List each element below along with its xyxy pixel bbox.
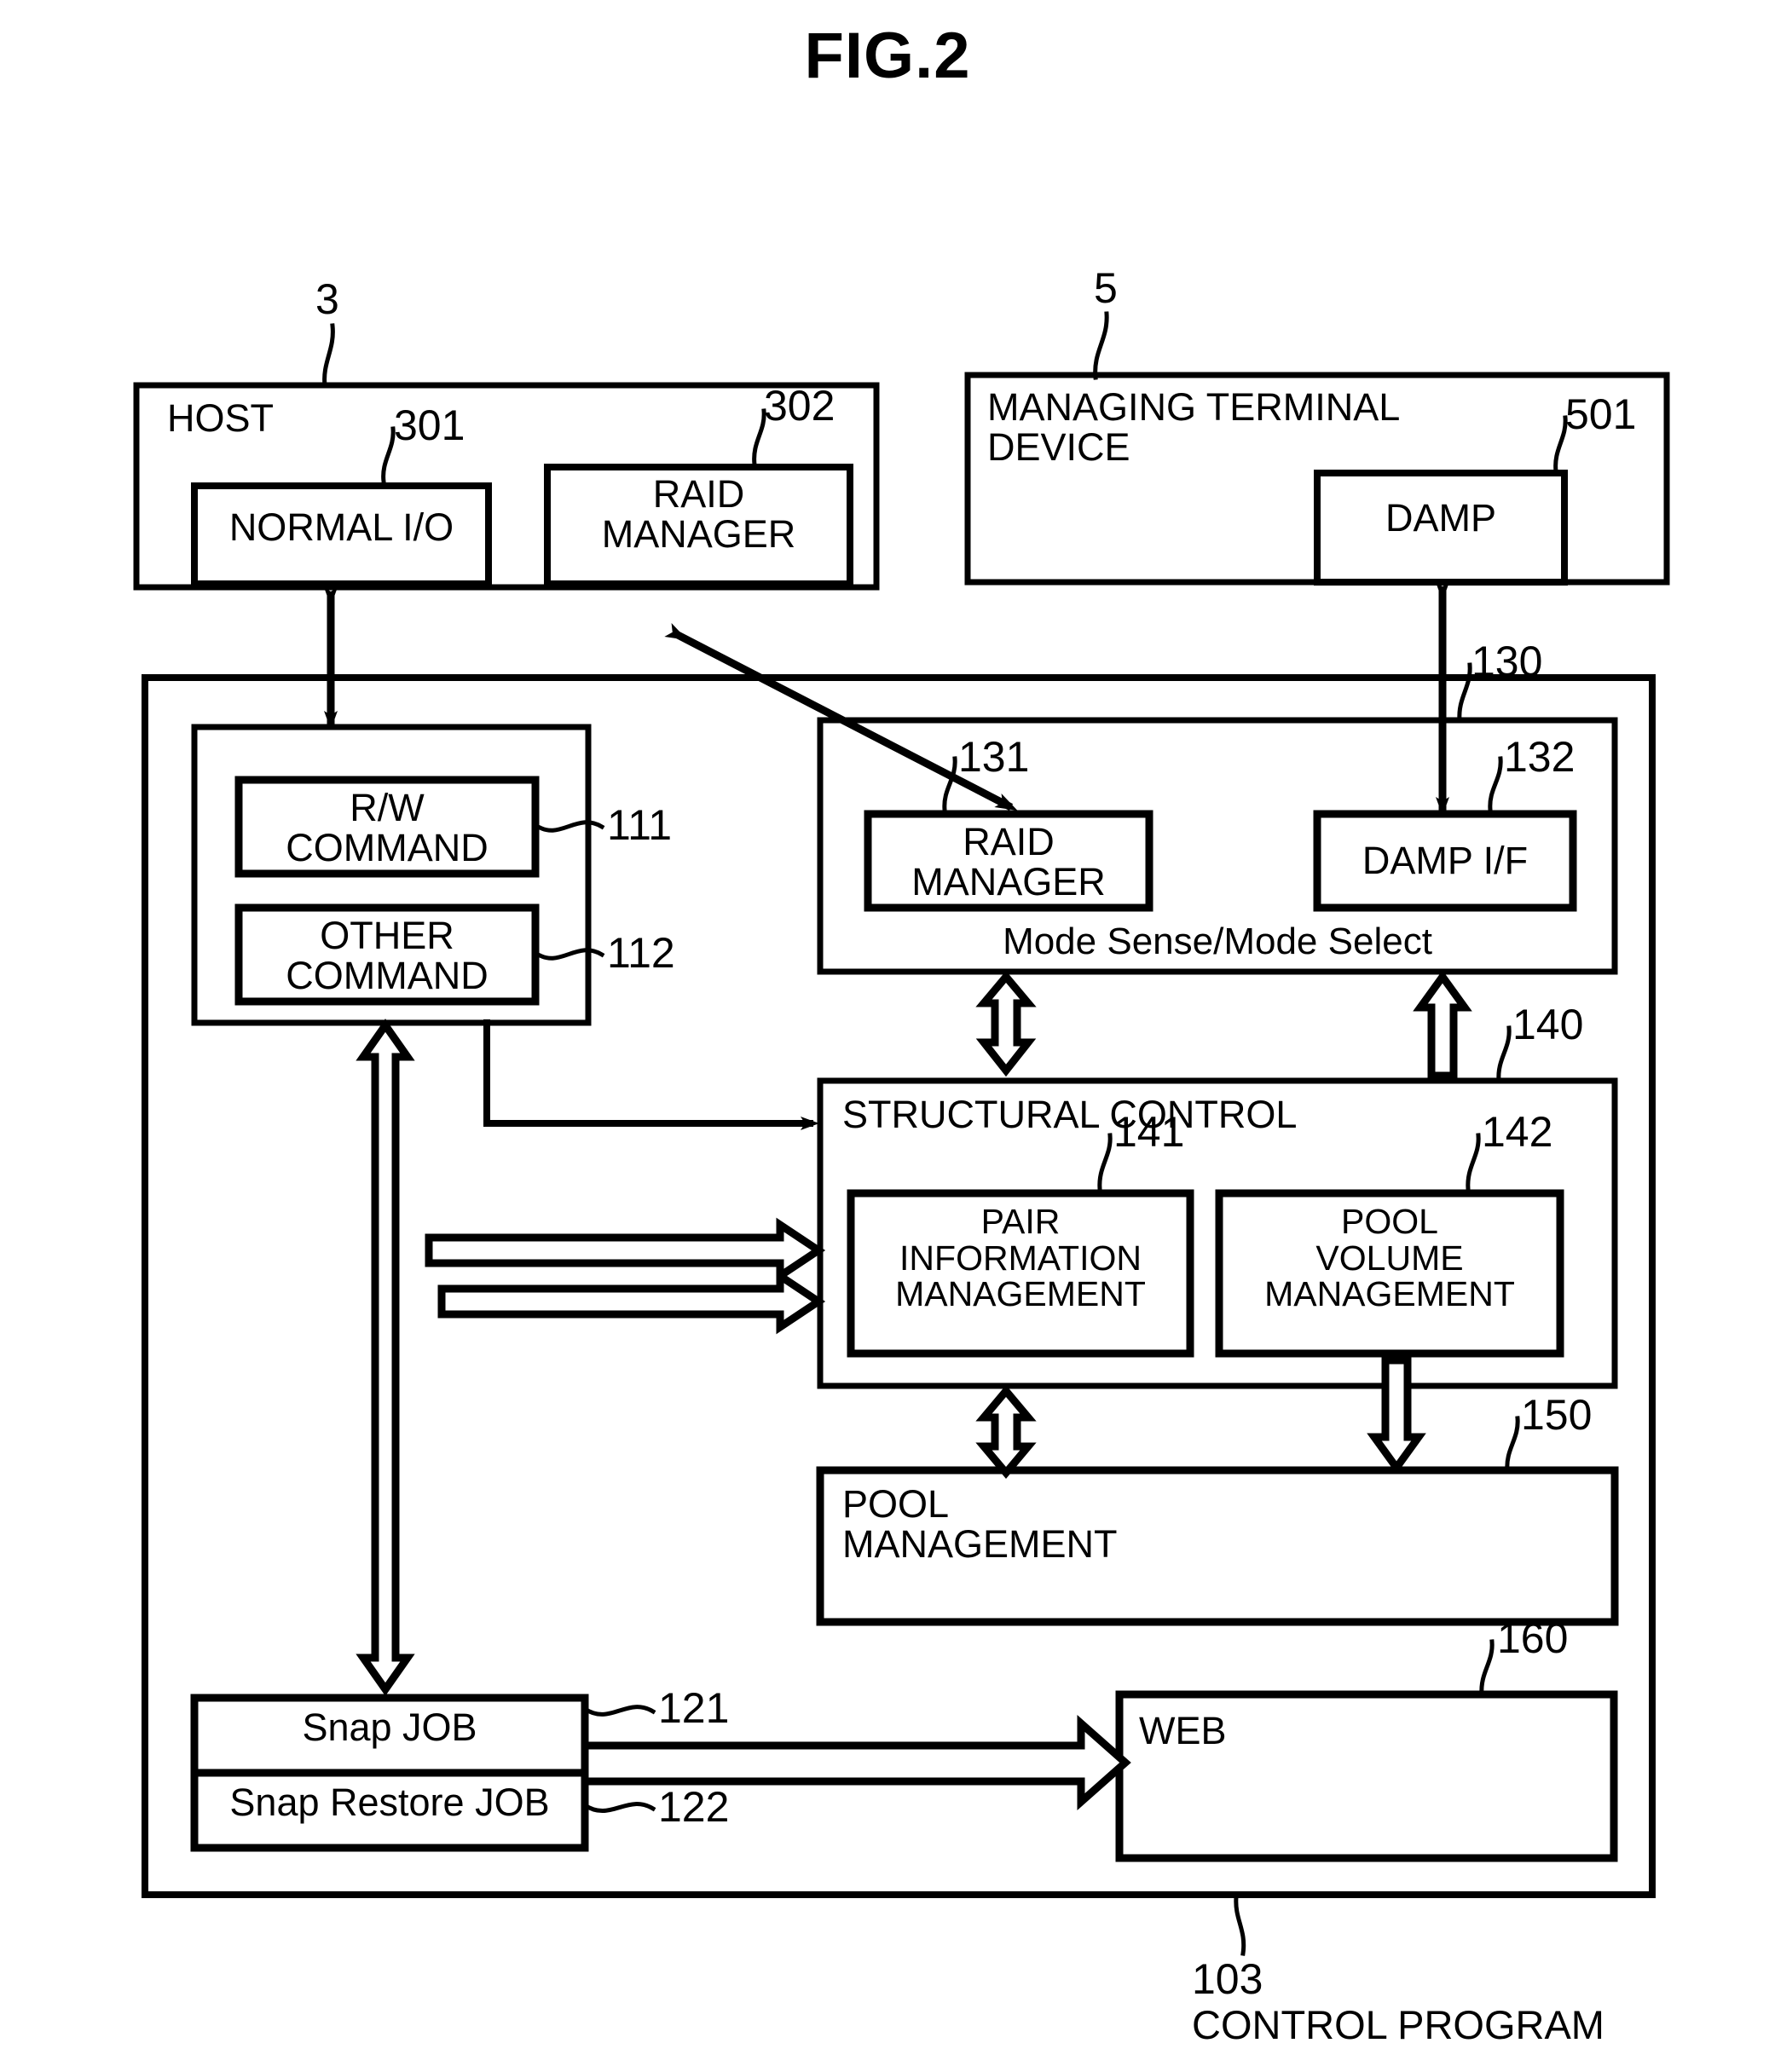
arrow-snapjob-command-bidi bbox=[356, 1019, 415, 1696]
ref-interface-group: 130 bbox=[1471, 638, 1543, 685]
leader-host bbox=[322, 323, 335, 388]
ref-other-command: 112 bbox=[607, 929, 675, 977]
leader-pool-volume-mgmt bbox=[1466, 1133, 1481, 1192]
structural-control-title: STRUCTURAL CONTROL bbox=[842, 1093, 1298, 1136]
ref-web: 160 bbox=[1497, 1614, 1569, 1662]
snap-restore-job-label: Snap Restore JOB bbox=[229, 1781, 550, 1824]
leader-pool-management bbox=[1505, 1416, 1520, 1473]
ref-damp-if: 132 bbox=[1504, 733, 1576, 781]
ref-control-program: 103 bbox=[1192, 1955, 1263, 2003]
leader-control-program bbox=[1234, 1895, 1246, 1956]
ref-snap-job: 121 bbox=[658, 1684, 730, 1732]
snap-job-label: Snap JOB bbox=[302, 1706, 477, 1749]
ref-pool-volume-mgmt: 142 bbox=[1482, 1108, 1553, 1156]
arrow-command-to-pair-upper bbox=[425, 1217, 826, 1284]
leader-other-command bbox=[532, 948, 605, 961]
arrow-structural-to-damp-if bbox=[1413, 970, 1472, 1080]
pool-volume-mgmt-label: POOL VOLUME MANAGEMENT bbox=[1264, 1202, 1515, 1314]
arrow-poolvolume-to-pool bbox=[1367, 1356, 1426, 1475]
leader-managing-terminal bbox=[1093, 311, 1109, 380]
host-title: HOST bbox=[167, 396, 275, 440]
connector-other-command-structural bbox=[483, 1019, 819, 1130]
arrow-structural-pool-bidi bbox=[975, 1384, 1037, 1480]
ref-damp: 501 bbox=[1565, 390, 1637, 438]
leader-snap-restore-job bbox=[581, 1802, 656, 1813]
raid-manager-host-label: RAID MANAGER bbox=[601, 472, 796, 556]
leader-pair-info-mgmt bbox=[1097, 1133, 1113, 1192]
pool-management-title: POOL MANAGEMENT bbox=[842, 1482, 1118, 1566]
leader-structural-control bbox=[1496, 1025, 1512, 1083]
ref-raid-manager-host: 302 bbox=[764, 382, 835, 430]
leader-rw-command bbox=[532, 820, 605, 833]
ref-rw-command: 111 bbox=[607, 801, 673, 849]
damp-label: DAMP bbox=[1385, 496, 1496, 540]
other-command-label: OTHER COMMAND bbox=[286, 914, 489, 997]
rw-command-label: R/W COMMAND bbox=[286, 786, 489, 869]
leader-raid-manager-host bbox=[752, 408, 766, 467]
web-title: WEB bbox=[1139, 1709, 1227, 1752]
ref-pool-management: 150 bbox=[1521, 1391, 1593, 1439]
raid-manager-ctl-label: RAID MANAGER bbox=[911, 820, 1106, 903]
figure-root: FIG.2 HOST NORMAL I/O RAID MANAGER 3 301… bbox=[0, 0, 1775, 2072]
leader-damp-if bbox=[1488, 756, 1503, 812]
arrow-command-to-pair-lower bbox=[437, 1268, 826, 1335]
leader-snap-job bbox=[581, 1705, 656, 1717]
mode-sense-select-label: Mode Sense/Mode Select bbox=[1003, 921, 1432, 962]
diagram-canvas bbox=[133, 311, 1670, 1956]
ref-host: 3 bbox=[315, 275, 339, 323]
leader-web bbox=[1479, 1639, 1495, 1697]
ref-raid-manager-ctl: 131 bbox=[958, 733, 1030, 781]
pair-info-mgmt-label: PAIR INFORMATION MANAGEMENT bbox=[895, 1202, 1146, 1314]
arrow-interface-structural-bidi bbox=[975, 970, 1037, 1077]
control-program-label: CONTROL PROGRAM bbox=[1192, 2002, 1604, 2047]
leader-normal-io bbox=[381, 426, 396, 484]
ref-snap-restore-job: 122 bbox=[658, 1783, 730, 1831]
ref-structural-control: 140 bbox=[1512, 1001, 1584, 1048]
ref-managing-terminal: 5 bbox=[1094, 264, 1118, 312]
ref-pair-info-mgmt: 141 bbox=[1113, 1108, 1185, 1156]
damp-if-label: DAMP I/F bbox=[1362, 839, 1529, 882]
leader-interface-group bbox=[1457, 662, 1472, 723]
ref-normal-io: 301 bbox=[394, 401, 465, 449]
leader-damp bbox=[1553, 415, 1568, 474]
normal-io-label: NORMAL I/O bbox=[228, 505, 454, 549]
leader-raid-manager-ctl bbox=[942, 756, 957, 812]
managing-terminal-title: MANAGING TERMINAL DEVICE bbox=[987, 385, 1401, 469]
